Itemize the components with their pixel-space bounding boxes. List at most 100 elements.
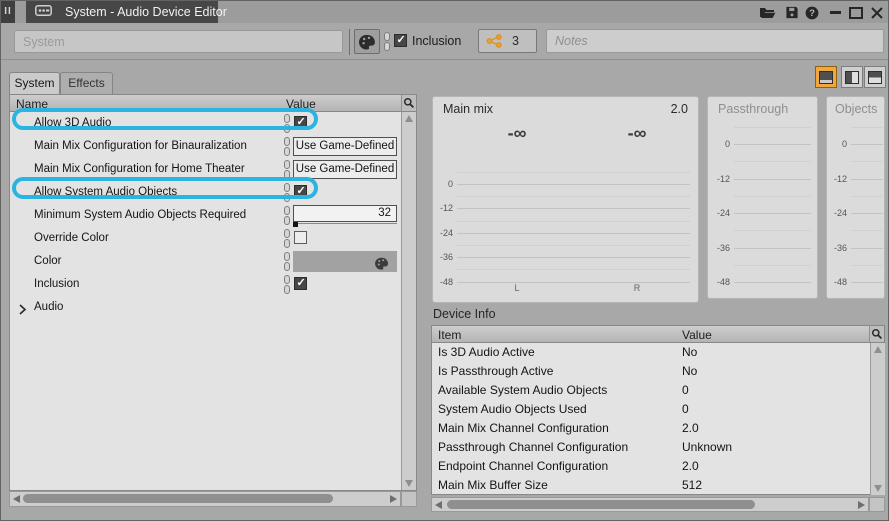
minimize-button[interactable]: [825, 4, 845, 21]
device-info-row[interactable]: Main Mix Channel Configuration2.0: [432, 419, 884, 438]
column-header-value[interactable]: Value: [286, 97, 316, 111]
save-button[interactable]: [782, 4, 802, 21]
inclusion-checkbox[interactable]: [394, 34, 407, 47]
maximize-button[interactable]: [846, 4, 866, 21]
device-info-item: Available System Audio Objects: [438, 381, 607, 400]
help-button[interactable]: ?: [802, 4, 822, 21]
property-horizontal-scrollbar[interactable]: [9, 491, 401, 507]
search-icon: [871, 328, 883, 340]
column-header-item[interactable]: Item: [438, 328, 461, 342]
property-row[interactable]: Color: [10, 250, 401, 273]
scrollbar-thumb[interactable]: [447, 500, 755, 509]
device-info-item: System Audio Objects Used: [438, 400, 587, 419]
property-row[interactable]: Audio: [10, 296, 401, 319]
search-icon: [403, 97, 415, 109]
value-slider[interactable]: [293, 223, 397, 226]
tab-effects[interactable]: Effects: [60, 72, 113, 94]
scroll-up-icon[interactable]: [405, 115, 413, 122]
property-row[interactable]: Allow System Audio Objects: [10, 181, 401, 204]
open-project-button[interactable]: [757, 4, 777, 21]
device-info-search-button[interactable]: [869, 326, 884, 342]
share-icon: [486, 34, 503, 48]
meter-scale-label: -36: [827, 243, 847, 253]
object-name-input[interactable]: [14, 30, 343, 53]
shareset-button[interactable]: 3: [478, 29, 537, 53]
device-info-table: Is 3D Audio ActiveNoIs Passthrough Activ…: [431, 343, 885, 495]
close-button[interactable]: [867, 4, 887, 21]
device-info-row[interactable]: Is Passthrough ActiveNo: [432, 362, 884, 381]
column-header-name[interactable]: Name: [16, 97, 48, 111]
property-row[interactable]: Minimum System Audio Objects Required 32: [10, 204, 401, 227]
value-dropdown[interactable]: Use Game-Defined: [293, 160, 397, 179]
layout-vertical-split-button[interactable]: [841, 66, 863, 88]
scroll-up-icon[interactable]: [874, 346, 882, 353]
property-row[interactable]: Main Mix Configuration for Binauralizati…: [10, 135, 401, 158]
notes-input[interactable]: [546, 29, 884, 53]
objects-meter: Objects 0-12-24-36-48: [826, 96, 885, 299]
property-row[interactable]: Main Mix Configuration for Home TheaterU…: [10, 158, 401, 181]
property-name: Override Color: [34, 227, 109, 250]
device-info-row[interactable]: Available System Audio Objects0: [432, 381, 884, 400]
property-row[interactable]: Inclusion: [10, 273, 401, 296]
device-info-vertical-scrollbar[interactable]: [870, 343, 885, 495]
scroll-down-icon[interactable]: [874, 485, 882, 492]
device-info-value: Unknown: [682, 438, 732, 457]
palette-icon: [359, 34, 376, 50]
device-info-value: 512: [682, 476, 702, 495]
scroll-left-icon[interactable]: [435, 501, 442, 509]
channel-label: R: [597, 283, 677, 293]
device-info-row[interactable]: Main Mix Buffer Size 512: [432, 476, 884, 495]
property-search-button[interactable]: [401, 95, 416, 111]
expand-chevron-icon[interactable]: [18, 302, 27, 320]
value-checkbox[interactable]: [294, 185, 307, 198]
column-header-value[interactable]: Value: [682, 328, 712, 342]
color-picker-button[interactable]: [354, 29, 380, 54]
row-link-handle: [284, 183, 290, 202]
window-title-tab[interactable]: System - Audio Device Editor: [26, 1, 218, 23]
layout-single-button[interactable]: [815, 66, 837, 88]
scrollbar-thumb[interactable]: [23, 494, 333, 503]
scroll-left-icon[interactable]: [13, 495, 20, 503]
meter-gridline: [457, 269, 690, 270]
property-vertical-scrollbar[interactable]: [401, 112, 416, 490]
tab-system[interactable]: System: [9, 72, 60, 94]
device-info-row[interactable]: Endpoint Channel Configuration2.0: [432, 457, 884, 476]
device-info-item: Main Mix Channel Configuration: [438, 419, 609, 438]
meter-gridline: [851, 127, 883, 128]
channel-label: L: [477, 283, 557, 293]
value-checkbox[interactable]: [294, 116, 307, 129]
value-dropdown[interactable]: Use Game-Defined: [293, 137, 397, 156]
scroll-right-icon[interactable]: [858, 501, 865, 509]
scrollbar-corner: [869, 497, 885, 512]
dock-handle[interactable]: II: [1, 1, 15, 23]
meter-gridline: [851, 282, 883, 283]
row-link-handle: [284, 114, 290, 133]
meter-gridline: [734, 213, 811, 214]
device-info-item: Main Mix Buffer Size: [438, 476, 548, 495]
value-checkbox[interactable]: [294, 231, 307, 244]
property-name: Main Mix Configuration for Binauralizati…: [34, 135, 247, 158]
main-mix-config: 2.0: [671, 102, 688, 116]
device-info-row[interactable]: Is 3D Audio ActiveNo: [432, 343, 884, 362]
meter-gridline: [851, 213, 883, 214]
device-info-row[interactable]: System Audio Objects Used0: [432, 400, 884, 419]
splitter-handle: [384, 32, 390, 52]
scroll-down-icon[interactable]: [405, 480, 413, 487]
close-icon: [871, 7, 883, 19]
meter-gridline: [851, 179, 883, 180]
audio-device-editor-window: II System - Audio Device Editor ?: [0, 0, 889, 521]
device-info-horizontal-scrollbar[interactable]: [431, 497, 869, 512]
toolbar-divider: [1, 59, 888, 60]
value-number-field[interactable]: 32: [293, 205, 397, 222]
scroll-right-icon[interactable]: [390, 495, 397, 503]
property-row[interactable]: Allow 3D Audio: [10, 112, 401, 135]
layout-horizontal-split-button[interactable]: [864, 66, 886, 88]
value-color-bar[interactable]: [293, 251, 397, 272]
device-info-row[interactable]: Passthrough Channel ConfigurationUnknown: [432, 438, 884, 457]
device-info-rows: Is 3D Audio ActiveNoIs Passthrough Activ…: [432, 343, 884, 495]
property-name: Minimum System Audio Objects Required: [34, 204, 246, 227]
value-checkbox[interactable]: [294, 277, 307, 290]
window-title: System - Audio Device Editor: [65, 5, 227, 19]
property-row[interactable]: Override Color: [10, 227, 401, 250]
meter-gridline: [734, 196, 811, 197]
